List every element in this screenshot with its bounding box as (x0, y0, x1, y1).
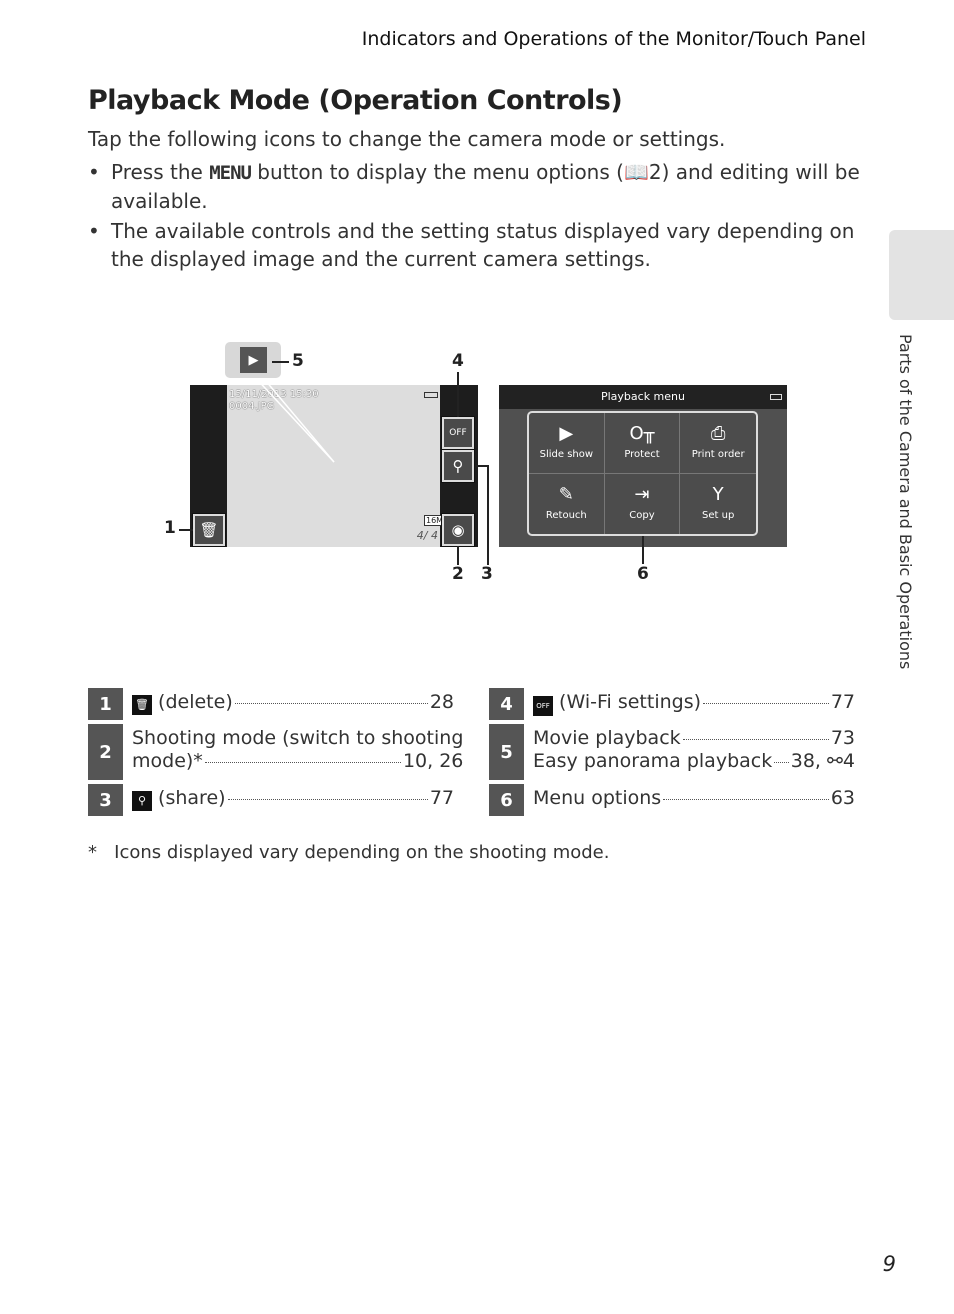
printer-icon: ⎙ (710, 423, 726, 445)
trash-icon: 🗑 (199, 521, 219, 539)
table-row: 3 ⚲ (share) 77 (88, 784, 454, 816)
trash-icon: 🗑 (132, 695, 152, 715)
page-number: 9 (882, 1252, 896, 1276)
retouch-icon: ✎ (558, 484, 574, 506)
wifi-off-icon: OFF (449, 428, 467, 438)
table-row: 4 OFF (Wi-Fi settings) 77 (489, 688, 855, 720)
intro-text: Tap the following icons to change the ca… (88, 127, 726, 151)
share-icon: ⚲ (132, 791, 152, 811)
battery-icon (424, 392, 438, 398)
menu-item-retouch[interactable]: ✎ Retouch (529, 473, 605, 534)
side-tab (889, 230, 954, 320)
callout-4: 4 (452, 351, 464, 371)
menu-button-glyph: MENU (209, 162, 252, 184)
play-icon: ▶ (248, 352, 259, 368)
callout-5: 5 (292, 351, 304, 371)
menu-item-set-up[interactable]: Y Set up (680, 474, 756, 535)
movie-playback-button[interactable]: ▶ (240, 347, 267, 373)
page-title: Playback Mode (Operation Controls) (88, 85, 623, 116)
table-row: 5 Movie playback 73 Easy panorama playback 3… (489, 724, 855, 780)
frame-counter: 4/ 4 (416, 529, 438, 542)
pointer-lines (251, 373, 335, 463)
camera-icon: ◉ (451, 521, 465, 539)
menu-item-slide-show[interactable]: ▶ Slide show (529, 413, 605, 474)
wifi-off-icon: OFF (533, 696, 553, 716)
key-icon: O╥ (629, 423, 655, 445)
menu-item-protect[interactable]: O╥ Protect (604, 413, 681, 474)
slideshow-icon: ▶ (559, 423, 574, 445)
menu-item-print-order[interactable]: ⎙ Print order (680, 413, 756, 474)
bullet-1: Press the MENU button to display the men… (88, 158, 868, 215)
callout-1: 1 (164, 518, 176, 538)
menu-title: Playback menu (499, 385, 787, 409)
shooting-mode-button[interactable]: ◉ (441, 513, 475, 547)
delete-button[interactable]: 🗑 (192, 513, 226, 547)
callout-6: 6 (637, 564, 649, 584)
menu-grid: ▶ Slide show O╥ Protect ⎙ Print order ✎ Reto… (527, 411, 758, 536)
callout-2: 2 (452, 564, 464, 584)
callout-3: 3 (481, 564, 493, 584)
running-header: Indicators and Operations of the Monitor… (361, 28, 866, 50)
side-tab-label: Parts of the Camera and Basic Operations (896, 334, 915, 670)
legend-table-right: 4 OFF (Wi-Fi settings) 77 5 Movie playback 7… (489, 688, 855, 816)
table-row: 1 🗑 (delete) 28 (88, 688, 454, 720)
share-button[interactable]: ⚲ (441, 449, 475, 483)
copy-icon: ⇥ (634, 484, 650, 506)
table-row: 2 Shooting mode (switch to shooting mode)*… (88, 724, 463, 780)
battery-icon (770, 394, 782, 400)
wrench-icon: Y (712, 484, 724, 506)
menu-item-copy[interactable]: ⇥ Copy (605, 473, 681, 534)
book-reference-icon: 📖 (623, 160, 649, 184)
footnote: * Icons displayed vary depending on the … (88, 842, 610, 863)
share-icon: ⚲ (452, 457, 464, 475)
wifi-settings-button[interactable]: OFF (441, 416, 475, 450)
legend-table-left: 1 🗑 (delete) 28 2 Shooting mode (switch to … (88, 688, 463, 816)
bullet-2: The available controls and the setting s… (88, 217, 868, 273)
table-row: 6 Menu options 63 (489, 784, 855, 816)
